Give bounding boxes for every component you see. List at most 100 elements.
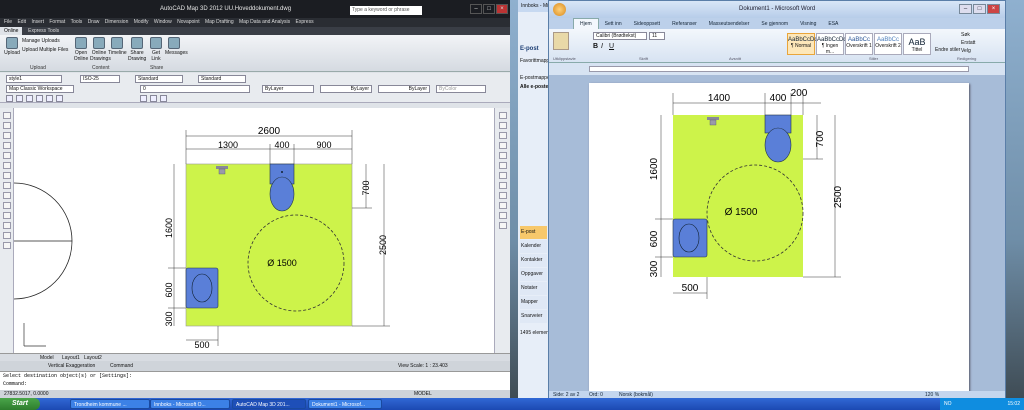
paste-icon[interactable] <box>553 32 569 50</box>
style-heading1[interactable]: AaBbCc Overskrift 1 <box>845 33 873 55</box>
menu-dimension[interactable]: Dimension <box>105 19 129 25</box>
change-styles-button[interactable]: Endre stiler <box>935 47 960 53</box>
offset-icon[interactable] <box>499 142 507 149</box>
tab-visning[interactable]: Visning <box>794 19 822 29</box>
spline-tool-icon[interactable] <box>3 172 11 179</box>
nav-tasks[interactable]: Oppgaver <box>520 268 547 281</box>
tab-esa[interactable]: ESA <box>822 19 844 29</box>
nav-shortcuts[interactable]: Snarveier <box>520 310 547 323</box>
manage-uploads-button[interactable]: Manage Uploads <box>22 38 60 44</box>
tablestyle-dropdown[interactable]: Standard <box>198 75 246 83</box>
word-maximize-button[interactable]: □ <box>973 4 986 14</box>
select-button[interactable]: Velg <box>961 48 971 54</box>
style-normal[interactable]: AaBbCcDc ¶ Normal <box>787 33 817 55</box>
tab-online[interactable]: Online <box>0 27 23 35</box>
point-tool-icon[interactable] <box>3 202 11 209</box>
ruler-bar[interactable] <box>589 66 969 72</box>
word-page[interactable]: 1400 400 200 1600 600 300 700 2500 500 Ø… <box>589 83 969 393</box>
online-drawings-button[interactable]: Online Drawings <box>90 37 111 62</box>
font-size-dropdown[interactable]: 11 <box>649 32 665 40</box>
office-button-icon[interactable] <box>553 3 566 16</box>
tab-se-gjennom[interactable]: Se gjennom <box>755 19 794 29</box>
minimize-button[interactable]: – <box>470 4 482 14</box>
region-tool-icon[interactable] <box>3 222 11 229</box>
text-tool-icon[interactable] <box>3 242 11 249</box>
lineweight-dropdown[interactable]: ByLayer <box>378 85 430 93</box>
nav-notes[interactable]: Notater <box>520 282 547 295</box>
clock[interactable]: 15:02 <box>1007 401 1020 407</box>
task-ie[interactable]: Trondheim kommune ... <box>70 399 150 409</box>
underline-button[interactable]: U <box>609 43 614 50</box>
maximize-button[interactable]: □ <box>483 4 495 14</box>
dimstyle-dropdown[interactable]: ISO-25 <box>80 75 120 83</box>
rotate-icon[interactable] <box>499 172 507 179</box>
italic-button[interactable]: I <box>601 43 603 50</box>
get-link-button[interactable]: Get Link <box>147 37 165 62</box>
rectangle-tool-icon[interactable] <box>3 142 11 149</box>
pan-icon[interactable] <box>140 95 147 102</box>
menu-draw[interactable]: Draw <box>88 19 100 25</box>
properties-icon[interactable] <box>160 95 167 102</box>
menu-map-drafting[interactable]: Map Drafting <box>205 19 234 25</box>
share-drawing-button[interactable]: Share Drawing <box>128 37 146 62</box>
view-scale[interactable]: View Scale: 1 : 23.403 <box>398 363 448 369</box>
model-toggle[interactable]: MODEL <box>414 391 432 397</box>
tab-referanser[interactable]: Referanser <box>666 19 703 29</box>
layer-dropdown[interactable]: 0 <box>140 85 250 93</box>
style-dropdown[interactable]: style1 <box>6 75 62 83</box>
task-word[interactable]: Dokument1 - Microsof... <box>308 399 382 409</box>
open-online-button[interactable]: Open Online <box>72 37 90 62</box>
hatch-tool-icon[interactable] <box>3 212 11 219</box>
tab-sett-inn[interactable]: Sett inn <box>599 19 628 29</box>
task-autocad[interactable]: AutoCAD Map 3D 201... <box>232 399 306 409</box>
messages-button[interactable]: Messages <box>165 37 188 56</box>
tab-hjem[interactable]: Hjem <box>573 18 599 29</box>
menu-window[interactable]: Window <box>154 19 172 25</box>
tab-sideoppsett[interactable]: Sideoppsett <box>628 19 666 29</box>
erase-icon[interactable] <box>499 112 507 119</box>
redo-icon[interactable] <box>56 95 63 102</box>
arc-tool-icon[interactable] <box>3 152 11 159</box>
insert-block-icon[interactable] <box>3 192 11 199</box>
print-icon[interactable] <box>36 95 43 102</box>
upload-multiple-button[interactable]: Upload Multiple Files <box>22 47 68 53</box>
menu-tools[interactable]: Tools <box>71 19 83 25</box>
plotstyle-dropdown[interactable]: ByColor <box>436 85 486 93</box>
style-title[interactable]: AaB Tittel <box>903 33 931 55</box>
autocad-search-input[interactable]: Type a keyword or phrase <box>350 6 422 15</box>
trim-icon[interactable] <box>499 202 507 209</box>
zoom-icon[interactable] <box>150 95 157 102</box>
tab-masseutsendelser[interactable]: Masseutsendelser <box>703 19 756 29</box>
workspace-dropdown[interactable]: Map Classic Workspace <box>6 85 74 93</box>
replace-button[interactable]: Erstatt <box>961 40 975 46</box>
menu-map-data[interactable]: Map Data and Analysis <box>239 19 290 25</box>
scale-icon[interactable] <box>499 182 507 189</box>
open-icon[interactable] <box>16 95 23 102</box>
tab-express-tools[interactable]: Express Tools <box>24 27 63 35</box>
array-icon[interactable] <box>499 152 507 159</box>
outlook-mailfolders[interactable]: E-postmapper <box>520 75 551 81</box>
close-button[interactable]: × <box>496 4 508 14</box>
menu-insert[interactable]: Insert <box>31 19 44 25</box>
start-button[interactable]: Start <box>0 398 40 410</box>
table-tool-icon[interactable] <box>3 232 11 239</box>
command-button[interactable]: Command <box>110 363 133 369</box>
upload-button[interactable]: Upload <box>3 37 21 56</box>
word-close-button[interactable]: × <box>987 4 1000 14</box>
find-button[interactable]: Søk <box>961 32 970 38</box>
move-icon[interactable] <box>499 162 507 169</box>
timeline-button[interactable]: Timeline <box>108 37 127 56</box>
word-minimize-button[interactable]: – <box>959 4 972 14</box>
save-icon[interactable] <box>26 95 33 102</box>
copy-icon[interactable] <box>499 122 507 129</box>
nav-mail[interactable]: E-post <box>520 226 547 239</box>
menu-format[interactable]: Format <box>49 19 65 25</box>
bold-button[interactable]: B <box>593 43 598 50</box>
undo-icon[interactable] <box>46 95 53 102</box>
autocad-drawing-area[interactable]: 2600 1300 400 900 1600 600 300 700 2500 … <box>13 108 494 353</box>
fillet-icon[interactable] <box>499 222 507 229</box>
menu-file[interactable]: File <box>4 19 12 25</box>
style-no-spacing[interactable]: AaBbCcDc ¶ Ingen m... <box>816 33 846 55</box>
menu-novapoint[interactable]: Novapoint <box>177 19 200 25</box>
polyline-tool-icon[interactable] <box>3 122 11 129</box>
